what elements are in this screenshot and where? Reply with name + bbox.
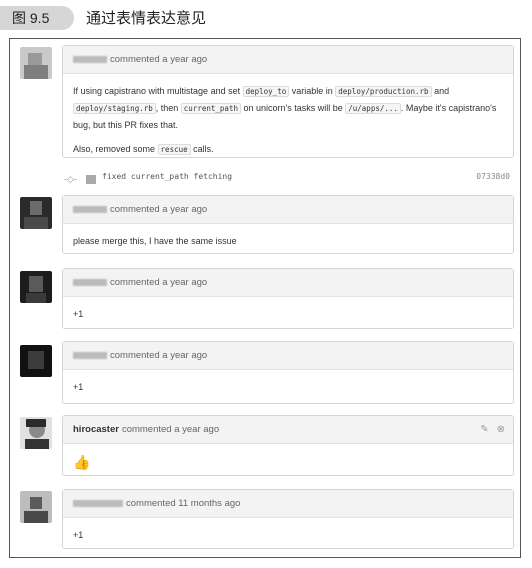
comment-card: hirocaster commented a year ago ✎ ⊗ 👍 xyxy=(62,415,514,476)
avatar[interactable] xyxy=(20,47,52,79)
avatar[interactable] xyxy=(20,345,52,377)
comment-meta[interactable]: commented a year ago xyxy=(110,277,207,288)
comment-body: +1 xyxy=(73,382,84,392)
avatar[interactable] xyxy=(20,197,52,229)
comment-header: commented a year ago xyxy=(63,196,513,224)
figure-number: 图 9.5 xyxy=(0,6,74,30)
comment-header: commented a year ago xyxy=(63,342,513,370)
avatar[interactable] xyxy=(20,271,52,303)
text-segment: variable in xyxy=(289,86,336,96)
author-name[interactable] xyxy=(73,499,123,507)
commit-reference[interactable]: -◇- fixed current_path fetching 07338d0 xyxy=(62,168,514,190)
text-segment: on unicorn's tasks will be xyxy=(240,103,346,113)
inline-code: current_path xyxy=(180,103,241,114)
text-segment: and xyxy=(431,86,450,96)
text-segment: , then xyxy=(155,103,181,113)
thumbs-up-reaction: 👍 xyxy=(73,454,91,470)
author-name[interactable] xyxy=(73,205,107,213)
commit-sha[interactable]: 07338d0 xyxy=(476,172,510,181)
commit-dot-icon: -◇- xyxy=(64,174,77,184)
screenshot-frame: commented a year ago If using capistrano… xyxy=(9,38,521,558)
comment-paragraph: Also, removed some rescue calls. xyxy=(73,141,503,158)
inline-code: deploy_to xyxy=(242,86,290,97)
comment-body: If using capistrano with multistage and … xyxy=(63,74,513,167)
comment-meta[interactable]: commented a year ago xyxy=(110,350,207,361)
comment-header: commented a year ago xyxy=(63,269,513,297)
comment-actions: ✎ ⊗ xyxy=(472,416,505,443)
comment-meta[interactable]: commented a year ago xyxy=(110,54,207,65)
comment-card: commented a year ago +1 xyxy=(62,341,514,404)
comment-card: commented a year ago If using capistrano… xyxy=(62,45,514,158)
committer-avatar xyxy=(86,175,96,184)
comment-meta[interactable]: commented 11 months ago xyxy=(126,498,240,509)
text-segment: calls. xyxy=(190,144,214,154)
comment-body: +1 xyxy=(73,530,84,540)
author-name[interactable]: hirocaster xyxy=(73,424,119,435)
comment-paragraph: If using capistrano with multistage and … xyxy=(73,83,503,133)
avatar[interactable] xyxy=(20,417,52,449)
comment-body: please merge this, I have the same issue xyxy=(73,236,237,246)
comment-card: commented a year ago +1 xyxy=(62,268,514,329)
comment-meta[interactable]: commented a year ago xyxy=(110,204,207,215)
text-segment: Also, removed some xyxy=(73,144,158,154)
comment-card: commented 11 months ago +1 xyxy=(62,489,514,549)
commit-message[interactable]: fixed current_path fetching xyxy=(102,172,232,181)
author-name[interactable] xyxy=(73,278,107,286)
inline-code: deploy/production.rb xyxy=(335,86,432,97)
close-circle-icon[interactable]: ⊗ xyxy=(497,424,505,435)
inline-code: /u/apps/... xyxy=(345,103,401,114)
avatar[interactable] xyxy=(20,491,52,523)
inline-code: deploy/staging.rb xyxy=(73,103,156,114)
comment-meta[interactable]: commented a year ago xyxy=(122,424,219,435)
author-name[interactable] xyxy=(73,351,107,359)
comment-header: hirocaster commented a year ago ✎ ⊗ xyxy=(63,416,513,444)
pencil-icon[interactable]: ✎ xyxy=(480,424,488,435)
comment-card: commented a year ago please merge this, … xyxy=(62,195,514,254)
text-segment: If using capistrano with multistage and … xyxy=(73,86,243,96)
figure-title: 通过表情表达意见 xyxy=(86,9,207,27)
comment-body: +1 xyxy=(73,309,84,319)
author-name[interactable] xyxy=(73,55,107,63)
inline-code: rescue xyxy=(157,144,191,155)
comment-header: commented a year ago xyxy=(63,46,513,74)
comment-header: commented 11 months ago xyxy=(63,490,513,518)
